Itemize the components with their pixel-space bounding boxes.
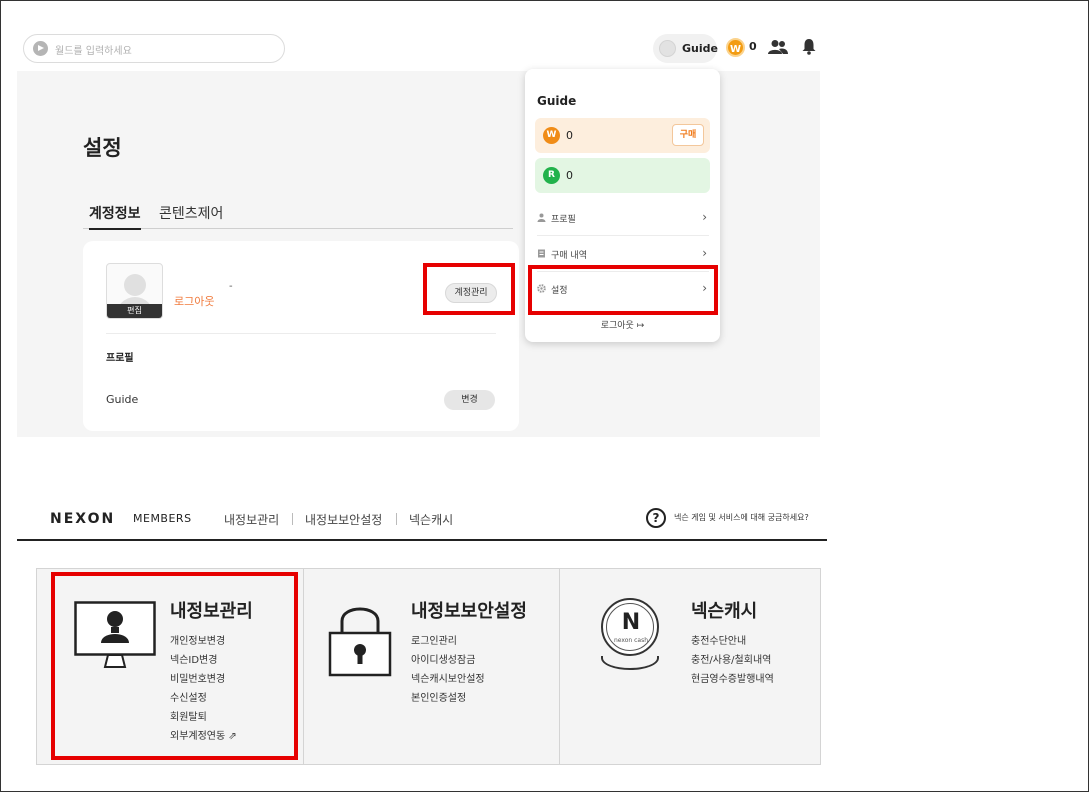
nav-security-settings[interactable]: 내정보보안설정 — [305, 511, 382, 528]
panel-title-security[interactable]: 내정보보안설정 — [411, 597, 527, 623]
nexon-cash-coin-icon: N nexon cash — [601, 598, 659, 670]
settings-tabs: 계정정보 콘텐츠제어 — [83, 201, 513, 230]
coin-inner-ring: N nexon cash — [606, 603, 654, 651]
w-coin-icon[interactable]: W — [726, 38, 745, 57]
dropdown-user-name: Guide — [537, 94, 577, 108]
user-menu-button[interactable]: Guide — [653, 34, 718, 63]
search-placeholder: 월드를 입력하세요 — [55, 46, 132, 57]
r-coin-value: 0 — [566, 169, 573, 182]
nav-divider — [396, 513, 397, 525]
search-input[interactable]: 월드를 입력하세요 — [23, 34, 285, 63]
bell-icon[interactable] — [802, 38, 816, 55]
padlock-icon — [328, 607, 392, 677]
person-icon — [537, 213, 546, 222]
highlight-my-info-panel — [51, 572, 298, 760]
members-label: MEMBERS — [133, 512, 192, 525]
link-cash-security[interactable]: 넥슨캐시보안설정 — [411, 670, 485, 685]
highlight-account-manage — [423, 263, 515, 315]
coin-text: nexon cash — [613, 637, 649, 644]
link-cash-receipts[interactable]: 현금영수증발행내역 — [691, 670, 774, 685]
w-coin-balance: W 0 구매 — [535, 118, 710, 153]
nav-nexon-cash[interactable]: 넥슨캐시 — [409, 511, 453, 528]
buy-button[interactable]: 구매 — [672, 124, 704, 146]
avatar-head — [124, 274, 146, 296]
dropdown-item-label: 프로필 — [551, 215, 576, 225]
screenshot-frame: 월드를 입력하세요 Guide W 0 설정 계정정보 콘텐츠제어 편집 - 로… — [0, 0, 1089, 792]
avatar-icon — [659, 40, 676, 57]
w-coin-count: 0 — [749, 40, 757, 53]
tab-account-info[interactable]: 계정정보 — [89, 203, 141, 230]
nexon-logo[interactable]: NEXON — [50, 511, 115, 527]
user-name: Guide — [682, 42, 718, 55]
tab-content-control[interactable]: 콘텐츠제어 — [159, 203, 223, 223]
top-bar: 월드를 입력하세요 Guide W 0 — [17, 29, 820, 69]
chevron-right-icon: › — [702, 246, 707, 260]
dropdown-item-profile[interactable]: 프로필 › — [537, 205, 709, 233]
play-icon — [33, 41, 48, 56]
nexon-members-header: NEXON MEMBERS 내정보관리 내정보보안설정 넥슨캐시 ? 넥슨 게임… — [17, 501, 827, 541]
friends-icon[interactable] — [768, 39, 788, 55]
chevron-right-icon: › — [702, 210, 707, 224]
coin-rim — [601, 656, 659, 670]
r-coin-balance: R 0 — [535, 158, 710, 193]
avatar[interactable]: 편집 — [106, 263, 163, 319]
receipt-icon — [538, 249, 545, 258]
avatar-edit-button[interactable]: 편집 — [107, 304, 162, 318]
link-identity-verification[interactable]: 본인인증설정 — [411, 689, 466, 704]
link-login-management[interactable]: 로그인관리 — [411, 632, 457, 647]
divider — [537, 235, 709, 236]
w-coin-value: 0 — [566, 129, 573, 142]
divider — [106, 333, 496, 334]
logout-icon: ↦ — [636, 321, 645, 331]
nav-my-info[interactable]: 내정보관리 — [224, 511, 279, 528]
link-charge-history[interactable]: 충전/사용/철회내역 — [691, 651, 771, 666]
profile-section-label: 프로필 — [106, 353, 134, 364]
w-coin-icon: W — [543, 127, 560, 144]
help-text[interactable]: 넥슨 게임 및 서비스에 대해 궁금하세요? — [674, 512, 809, 523]
logout-link[interactable]: 로그아웃 — [174, 293, 214, 309]
dropdown-logout-label: 로그아웃 — [600, 321, 634, 331]
dropdown-item-label: 구매 내역 — [551, 251, 587, 261]
account-id-placeholder: - — [229, 281, 233, 292]
profile-name: Guide — [106, 393, 139, 406]
r-coin-icon: R — [543, 167, 560, 184]
link-id-creation-lock[interactable]: 아이디생성잠금 — [411, 651, 475, 666]
highlight-settings-item — [528, 265, 718, 315]
panel-divider — [559, 569, 560, 764]
dropdown-logout-link[interactable]: 로그아웃 ↦ — [525, 318, 720, 331]
panel-title-nexon-cash[interactable]: 넥슨캐시 — [691, 597, 757, 623]
panel-divider — [303, 569, 304, 764]
coin-letter: N — [621, 610, 641, 635]
nav-divider — [292, 513, 293, 525]
link-charge-methods[interactable]: 충전수단안내 — [691, 632, 746, 647]
page-title: 설정 — [83, 136, 122, 160]
help-icon[interactable]: ? — [646, 508, 666, 528]
change-button[interactable]: 변경 — [444, 390, 495, 410]
